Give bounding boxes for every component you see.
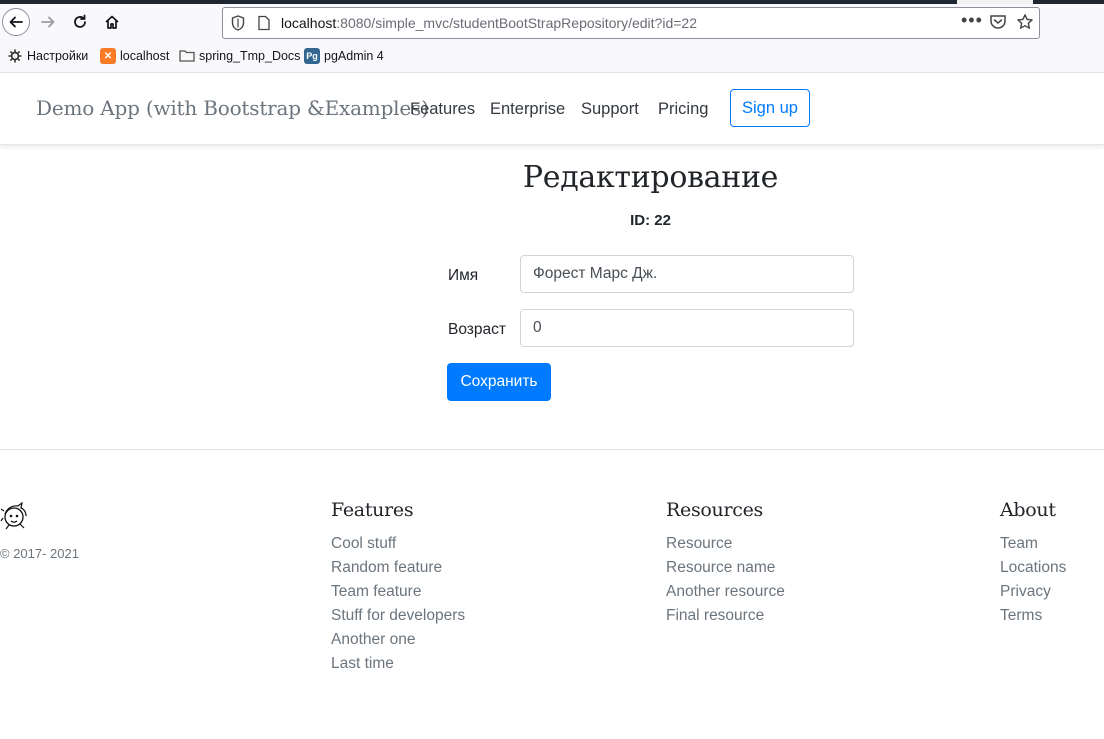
footer-col-title: Features [331, 499, 414, 521]
page-title: Редактирование [522, 160, 779, 195]
copyright: © 2017- 2021 [0, 546, 79, 561]
reload-button[interactable] [66, 8, 94, 36]
footer-link[interactable]: Locations [1000, 556, 1066, 580]
bookmark-folder-spring-docs[interactable]: spring_Tmp_Docs [179, 48, 300, 64]
name-label: Имя [448, 267, 479, 284]
nav-link-enterprise[interactable]: Enterprise [490, 100, 565, 119]
brand-link[interactable]: Demo App (with Bootstrap &Examples) [36, 96, 429, 120]
bookmark-localhost[interactable]: ✕ localhost [100, 48, 169, 64]
footer-link[interactable]: Another one [331, 628, 465, 652]
age-label: Возраст [448, 321, 506, 338]
footer-link[interactable]: Resource name [666, 556, 785, 580]
bookmark-label: localhost [120, 49, 170, 63]
signup-button[interactable]: Sign up [730, 89, 810, 127]
bookmark-label: pgAdmin 4 [324, 49, 384, 63]
address-bar[interactable]: localhost:8080/simple_mvc/studentBootStr… [222, 7, 1040, 39]
nav-link-pricing[interactable]: Pricing [658, 100, 708, 119]
bookmarks-bar: Настройки ✕ localhost spring_Tmp_Docs Pg… [0, 42, 1104, 73]
bookmark-label: Настройки [27, 49, 89, 63]
back-button[interactable] [2, 8, 30, 36]
reload-icon [74, 14, 86, 28]
bookmark-settings[interactable]: Настройки [7, 48, 88, 64]
back-arrow-icon [9, 16, 23, 28]
xampp-icon: ✕ [100, 48, 116, 64]
footer-link[interactable]: Team feature [331, 580, 465, 604]
home-button[interactable] [98, 8, 126, 36]
save-button[interactable]: Сохранить [447, 363, 551, 401]
folder-icon [179, 48, 195, 64]
footer-link[interactable]: Privacy [1000, 580, 1066, 604]
footer-link[interactable]: Final resource [666, 604, 785, 628]
record-id: ID: 22 [630, 212, 671, 229]
url-path: :8080/simple_mvc/studentBootStrapReposit… [336, 15, 697, 31]
nav-link-features[interactable]: Features [410, 100, 475, 119]
bookmark-star-icon[interactable] [1016, 13, 1034, 36]
nav-link-support[interactable]: Support [581, 100, 639, 119]
footer-col-features: Features Cool stuff Random feature Team … [331, 499, 465, 676]
browser-toolbar: localhost:8080/simple_mvc/studentBootStr… [0, 4, 1104, 42]
footer-col-resources: Resources Resource Resource name Another… [666, 499, 785, 628]
app-navbar: Demo App (with Bootstrap &Examples) Feat… [0, 73, 1104, 145]
footer-link[interactable]: Stuff for developers [331, 604, 465, 628]
bookmark-label: spring_Tmp_Docs [199, 49, 301, 63]
page-info-icon[interactable] [257, 15, 271, 36]
footer-col-title: Resources [666, 499, 763, 521]
footer-link[interactable]: Another resource [666, 580, 785, 604]
footer-col-title: About [1000, 499, 1056, 521]
gear-icon [7, 48, 23, 64]
shield-icon[interactable] [231, 15, 245, 36]
footer-link[interactable]: Random feature [331, 556, 465, 580]
url-host: localhost [281, 15, 337, 31]
footer-link[interactable]: Team [1000, 532, 1066, 556]
name-input[interactable] [520, 255, 854, 293]
footer-col-about: About Team Locations Privacy Terms [1000, 499, 1066, 628]
footer-link[interactable]: Resource [666, 532, 785, 556]
footer-link[interactable]: Last time [331, 652, 465, 676]
page-actions-icon[interactable]: ••• [961, 10, 983, 31]
age-input[interactable] [520, 309, 854, 347]
footer-divider [0, 449, 1104, 450]
footer-link[interactable]: Terms [1000, 604, 1066, 628]
footer-link[interactable]: Cool stuff [331, 532, 465, 556]
pgadmin-icon: Pg [304, 48, 320, 64]
forward-arrow-icon [41, 16, 55, 28]
url-text[interactable]: localhost:8080/simple_mvc/studentBootStr… [281, 15, 697, 31]
home-icon [105, 15, 119, 29]
bookmark-pgadmin[interactable]: Pg pgAdmin 4 [304, 48, 384, 64]
logo-icon [0, 501, 30, 532]
pocket-icon[interactable] [989, 14, 1007, 35]
forward-button[interactable] [34, 8, 62, 36]
